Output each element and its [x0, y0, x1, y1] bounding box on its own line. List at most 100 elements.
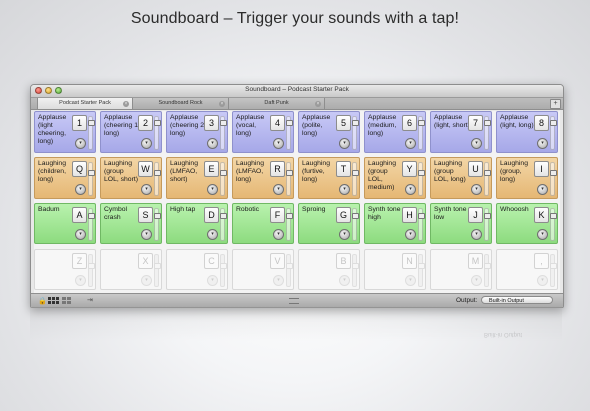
volume-slider[interactable] [285, 254, 293, 287]
volume-slider-knob[interactable] [285, 213, 293, 219]
volume-slider-knob[interactable] [153, 120, 161, 126]
volume-slider-knob[interactable] [483, 263, 491, 269]
sound-button[interactable]: Badum A ▾ [34, 203, 96, 244]
volume-slider-knob[interactable] [483, 120, 491, 126]
sound-button[interactable]: Applause (vocal, long) 4 ▾ [232, 111, 294, 153]
options-dropdown-icon[interactable]: ▾ [339, 184, 350, 195]
volume-slider-knob[interactable] [549, 170, 557, 176]
options-dropdown-icon[interactable]: ▾ [207, 229, 218, 240]
volume-slider-knob[interactable] [483, 213, 491, 219]
volume-slider[interactable] [285, 162, 293, 196]
volume-slider[interactable] [483, 254, 491, 287]
empty-sound-slot[interactable]: X ▾ [100, 249, 162, 290]
volume-slider-knob[interactable] [285, 263, 293, 269]
volume-slider[interactable] [87, 162, 95, 196]
volume-slider[interactable] [417, 208, 425, 241]
sound-button[interactable]: Laughing (children, long) Q ▾ [34, 157, 96, 199]
volume-slider-knob[interactable] [219, 120, 227, 126]
volume-slider[interactable] [153, 208, 161, 241]
volume-slider-knob[interactable] [351, 120, 359, 126]
sound-button[interactable]: Laughing (group, long) I ▾ [496, 157, 558, 199]
export-icon[interactable]: ⇥ [87, 296, 93, 304]
volume-slider-knob[interactable] [87, 263, 95, 269]
sound-button[interactable]: Laughing (group LOL, long) U ▾ [430, 157, 492, 199]
volume-slider[interactable] [483, 116, 491, 150]
tab-0[interactable]: Podcast Starter Pack × [37, 98, 133, 109]
options-dropdown-icon[interactable]: ▾ [273, 229, 284, 240]
volume-slider[interactable] [549, 162, 557, 196]
options-dropdown-icon[interactable]: ▾ [537, 229, 548, 240]
volume-slider[interactable] [219, 208, 227, 241]
sound-button[interactable]: Applause (cheering 1, long) 2 ▾ [100, 111, 162, 153]
sound-button[interactable]: Applause (medium, long) 6 ▾ [364, 111, 426, 153]
sound-button[interactable]: Whooosh K ▾ [496, 203, 558, 244]
sound-button[interactable]: Sproing G ▾ [298, 203, 360, 244]
volume-slider[interactable] [483, 208, 491, 241]
sound-button[interactable]: Robotic F ▾ [232, 203, 294, 244]
sound-button[interactable]: High tap D ▾ [166, 203, 228, 244]
volume-slider-knob[interactable] [87, 170, 95, 176]
options-dropdown-icon[interactable]: ▾ [537, 138, 548, 149]
options-dropdown-icon[interactable]: ▾ [405, 184, 416, 195]
options-dropdown-icon[interactable]: ▾ [339, 229, 350, 240]
volume-slider[interactable] [153, 254, 161, 287]
options-dropdown-icon[interactable]: ▾ [273, 184, 284, 195]
volume-slider-knob[interactable] [219, 213, 227, 219]
volume-slider[interactable] [549, 116, 557, 150]
volume-slider[interactable] [417, 162, 425, 196]
options-dropdown-icon[interactable]: ▾ [405, 138, 416, 149]
volume-slider[interactable] [483, 162, 491, 196]
resize-grip[interactable] [289, 298, 299, 304]
volume-slider[interactable] [153, 116, 161, 150]
volume-slider-knob[interactable] [351, 170, 359, 176]
volume-slider-knob[interactable] [153, 263, 161, 269]
volume-slider[interactable] [285, 208, 293, 241]
volume-slider-knob[interactable] [549, 263, 557, 269]
volume-slider-knob[interactable] [153, 213, 161, 219]
empty-sound-slot[interactable]: V ▾ [232, 249, 294, 290]
empty-sound-slot[interactable]: B ▾ [298, 249, 360, 290]
sound-button[interactable]: Laughing (group LOL, short) W ▾ [100, 157, 162, 199]
options-dropdown-icon[interactable]: ▾ [207, 275, 218, 286]
volume-slider[interactable] [417, 254, 425, 287]
empty-sound-slot[interactable]: C ▾ [166, 249, 228, 290]
sound-button[interactable]: Applause (light, long) 8 ▾ [496, 111, 558, 153]
sound-button[interactable]: Laughing (group LOL, medium) Y ▾ [364, 157, 426, 199]
options-dropdown-icon[interactable]: ▾ [141, 275, 152, 286]
options-dropdown-icon[interactable]: ▾ [75, 275, 86, 286]
options-dropdown-icon[interactable]: ▾ [471, 275, 482, 286]
volume-slider[interactable] [549, 208, 557, 241]
volume-slider[interactable] [219, 254, 227, 287]
volume-slider-knob[interactable] [549, 120, 557, 126]
volume-slider[interactable] [351, 162, 359, 196]
options-dropdown-icon[interactable]: ▾ [207, 184, 218, 195]
tab-1[interactable]: Soundboard Rock × [133, 98, 229, 109]
tab-close-icon[interactable]: × [219, 100, 225, 107]
volume-slider[interactable] [351, 254, 359, 287]
lock-icon[interactable]: 🔒 [38, 297, 47, 305]
volume-slider-knob[interactable] [417, 263, 425, 269]
sound-button[interactable]: Applause (cheering 2, long) 3 ▾ [166, 111, 228, 153]
list-view-icon[interactable] [62, 297, 71, 304]
volume-slider-knob[interactable] [219, 263, 227, 269]
options-dropdown-icon[interactable]: ▾ [141, 229, 152, 240]
options-dropdown-icon[interactable]: ▾ [75, 184, 86, 195]
options-dropdown-icon[interactable]: ▾ [75, 229, 86, 240]
options-dropdown-icon[interactable]: ▾ [207, 138, 218, 149]
empty-sound-slot[interactable]: M ▾ [430, 249, 492, 290]
volume-slider-knob[interactable] [417, 170, 425, 176]
volume-slider[interactable] [219, 116, 227, 150]
volume-slider-knob[interactable] [153, 170, 161, 176]
volume-slider-knob[interactable] [285, 170, 293, 176]
volume-slider-knob[interactable] [483, 170, 491, 176]
sound-button[interactable]: Laughing (LMFAO, short) E ▾ [166, 157, 228, 199]
options-dropdown-icon[interactable]: ▾ [471, 184, 482, 195]
options-dropdown-icon[interactable]: ▾ [405, 229, 416, 240]
sound-button[interactable]: Cymbol crash S ▾ [100, 203, 162, 244]
volume-slider[interactable] [87, 208, 95, 241]
options-dropdown-icon[interactable]: ▾ [141, 138, 152, 149]
volume-slider-knob[interactable] [285, 120, 293, 126]
volume-slider[interactable] [87, 254, 95, 287]
options-dropdown-icon[interactable]: ▾ [141, 184, 152, 195]
tab-close-icon[interactable]: × [123, 100, 129, 107]
